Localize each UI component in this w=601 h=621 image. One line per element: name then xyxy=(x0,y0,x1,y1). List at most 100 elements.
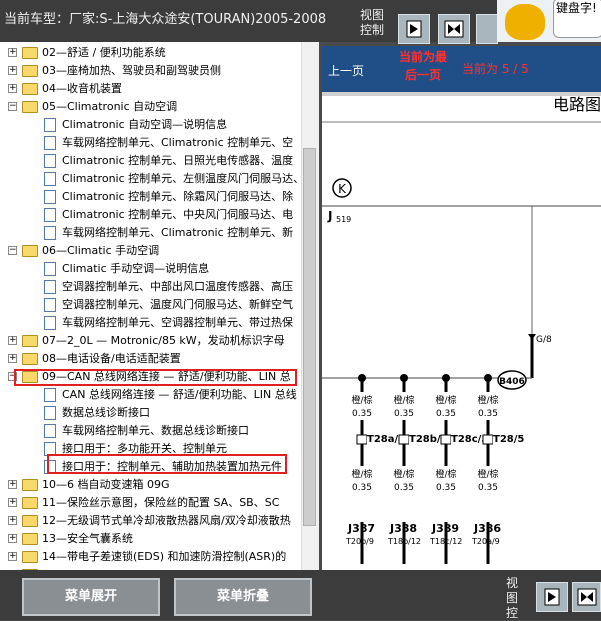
tree-item-label: 08—电话设备/电话适配装置 xyxy=(42,352,181,365)
end-arrow-button[interactable] xyxy=(438,14,470,44)
tree-item-label: 车载网络控制单元、空调器控制单元、带过热保 xyxy=(62,316,293,329)
wire-size-label: 0.35 xyxy=(394,483,414,493)
j519-label: J xyxy=(327,209,332,223)
b406-label: B406 xyxy=(499,377,525,387)
diagram-title: 电路图 xyxy=(553,96,601,114)
wire-color-label: 橙/棕 xyxy=(477,468,498,480)
document-icon xyxy=(44,406,56,420)
expand-icon[interactable]: + xyxy=(8,534,17,543)
folder-icon xyxy=(22,479,38,491)
folder-icon xyxy=(22,533,38,545)
page-nav-bar: 上一页 当前为最后一页 当前为 5 / 5 xyxy=(322,46,601,92)
wire-color-label: 橙/棕 xyxy=(393,468,414,480)
tree-item-label: 空调器控制单元、中部出风口温度传感器、高压 xyxy=(62,280,293,293)
wire-color-label: 橙/棕 xyxy=(351,468,372,480)
expand-icon[interactable]: + xyxy=(8,354,17,363)
expand-icon[interactable]: + xyxy=(8,516,17,525)
menu-tree[interactable]: +02—舒适 / 便利功能系统 +03—座椅加热、驾驶员和副驾驶员侧 +04—收音机… xyxy=(0,42,318,570)
bottom-next-button[interactable] xyxy=(536,582,568,612)
unit-label-bg xyxy=(356,494,368,522)
next-arrow-button[interactable] xyxy=(398,14,430,44)
circuit-diagram: 电路图 K J 519 G/8 B406 橙/棕0.35T28a/5橙/棕0.3… xyxy=(322,96,601,564)
tree-item-label: Climatic 手动空调—说明信息 xyxy=(62,262,210,275)
tree-item-label: Climatronic 控制单元、中央风门伺服马达、电 xyxy=(62,208,294,221)
unit-label: J387 xyxy=(347,522,375,535)
expand-icon[interactable]: + xyxy=(8,480,17,489)
wire-size-label: 0.35 xyxy=(352,483,372,493)
unit-label-bg xyxy=(398,494,410,522)
tree-item-label: 数据总线诊断接口 xyxy=(62,406,150,419)
highlight-box-folder xyxy=(14,369,297,386)
wire-color-label: 橙/棕 xyxy=(393,394,414,406)
folder-icon xyxy=(22,65,38,77)
unit-sub-label: T20a/9 xyxy=(471,537,500,546)
toolbar-button-3[interactable] xyxy=(476,14,498,44)
wire-size-label: 0.35 xyxy=(436,483,456,493)
junction-dot xyxy=(484,374,492,382)
connector-icon xyxy=(440,434,452,445)
expand-icon[interactable]: + xyxy=(8,48,17,57)
unit-label: J386 xyxy=(473,522,501,535)
unit-sub-label: T18c/12 xyxy=(429,537,462,546)
tree-item-label: 12—无级调节式单冷却液散热器风扇/双冷却液散热 xyxy=(42,514,291,527)
connector-label: T28/5 xyxy=(493,434,524,445)
folder-icon xyxy=(22,515,38,527)
tree-item-label: 03—座椅加热、驾驶员和副驾驶员侧 xyxy=(42,64,221,77)
expand-icon[interactable]: + xyxy=(8,498,17,507)
wire-size-label: 0.35 xyxy=(478,483,498,493)
tree-item-label: 11—保险丝示意图，保险丝的配置 SA、SB、SC xyxy=(42,496,280,509)
skip-icon xyxy=(444,20,464,38)
bottom-skip-button[interactable] xyxy=(572,582,601,612)
junction-dot xyxy=(442,374,450,382)
view-control-label: 视图控制 xyxy=(360,8,385,37)
unit-label: J388 xyxy=(389,522,417,535)
tree-scrollbar-thumb[interactable] xyxy=(303,148,316,526)
folder-icon xyxy=(22,335,38,347)
g8-label: G/8 xyxy=(536,335,552,345)
document-icon xyxy=(44,172,56,186)
document-icon xyxy=(44,298,56,312)
tree-item-label: 05—Climatronic 自动空调 xyxy=(42,100,178,113)
wire-color-label: 橙/棕 xyxy=(351,394,372,406)
wire-size-label: 0.35 xyxy=(478,409,498,419)
tree-item-label: 02—舒适 / 便利功能系统 xyxy=(42,46,166,59)
folder-icon xyxy=(22,245,38,257)
folder-icon xyxy=(22,551,38,563)
arrow-right-icon xyxy=(406,20,422,38)
collapse-icon[interactable]: − xyxy=(8,102,17,111)
expand-icon[interactable]: + xyxy=(8,84,17,93)
mascot-icon xyxy=(505,4,545,40)
arrow-right-icon xyxy=(544,588,560,606)
tree-item-label: 空调器控制单元、温度风门伺服马达、新鲜空气 xyxy=(62,298,293,311)
unit-label-bg xyxy=(440,494,452,522)
tree-item-label: Climatronic 控制单元、日照光电传感器、温度 xyxy=(62,154,294,167)
document-icon xyxy=(44,424,56,438)
expand-icon[interactable]: + xyxy=(8,66,17,75)
document-icon xyxy=(44,388,56,402)
connector-icon xyxy=(398,434,410,445)
view-control-label-bottom: 视图控 xyxy=(506,576,519,620)
tree-item-label: 06—Climatic 手动空调 xyxy=(42,244,160,257)
skip-icon xyxy=(577,588,597,606)
prev-page-link[interactable]: 上一页 xyxy=(328,62,364,79)
menu-expand-button[interactable]: 菜单展开 xyxy=(22,578,160,616)
vehicle-title: 当前车型：厂家:S-上海大众途安(TOURAN)2005-2008 xyxy=(4,12,327,27)
connector-icon xyxy=(356,434,368,445)
tree-item-label: CAN 总线网络连接 — 舒适/便利功能、LIN 总线 xyxy=(62,388,297,401)
folder-icon xyxy=(22,497,38,509)
expand-icon[interactable]: + xyxy=(8,336,17,345)
last-page-notice: 当前为最后一页 xyxy=(398,50,447,82)
tree-item-label: 07—2_0L — Motronic/85 kW，发动机标识字母 xyxy=(42,334,285,347)
expand-icon[interactable]: + xyxy=(8,552,17,561)
junction-dot xyxy=(358,374,366,382)
folder-icon xyxy=(22,47,38,59)
wire-color-label: 橙/棕 xyxy=(435,394,456,406)
connector-icon xyxy=(482,434,494,445)
menu-collapse-button[interactable]: 菜单折叠 xyxy=(174,578,312,616)
wire-size-label: 0.35 xyxy=(394,409,414,419)
tree-item-label: 10—6 档自动变速箱 09G xyxy=(42,478,170,491)
mascot-banner: 键盘字! xyxy=(497,0,601,42)
collapse-icon[interactable]: − xyxy=(8,246,17,255)
document-icon xyxy=(44,208,56,222)
diagram-panel: 上一页 当前为最后一页 当前为 5 / 5 电路图 K J 519 G/8 B4… xyxy=(322,46,601,570)
